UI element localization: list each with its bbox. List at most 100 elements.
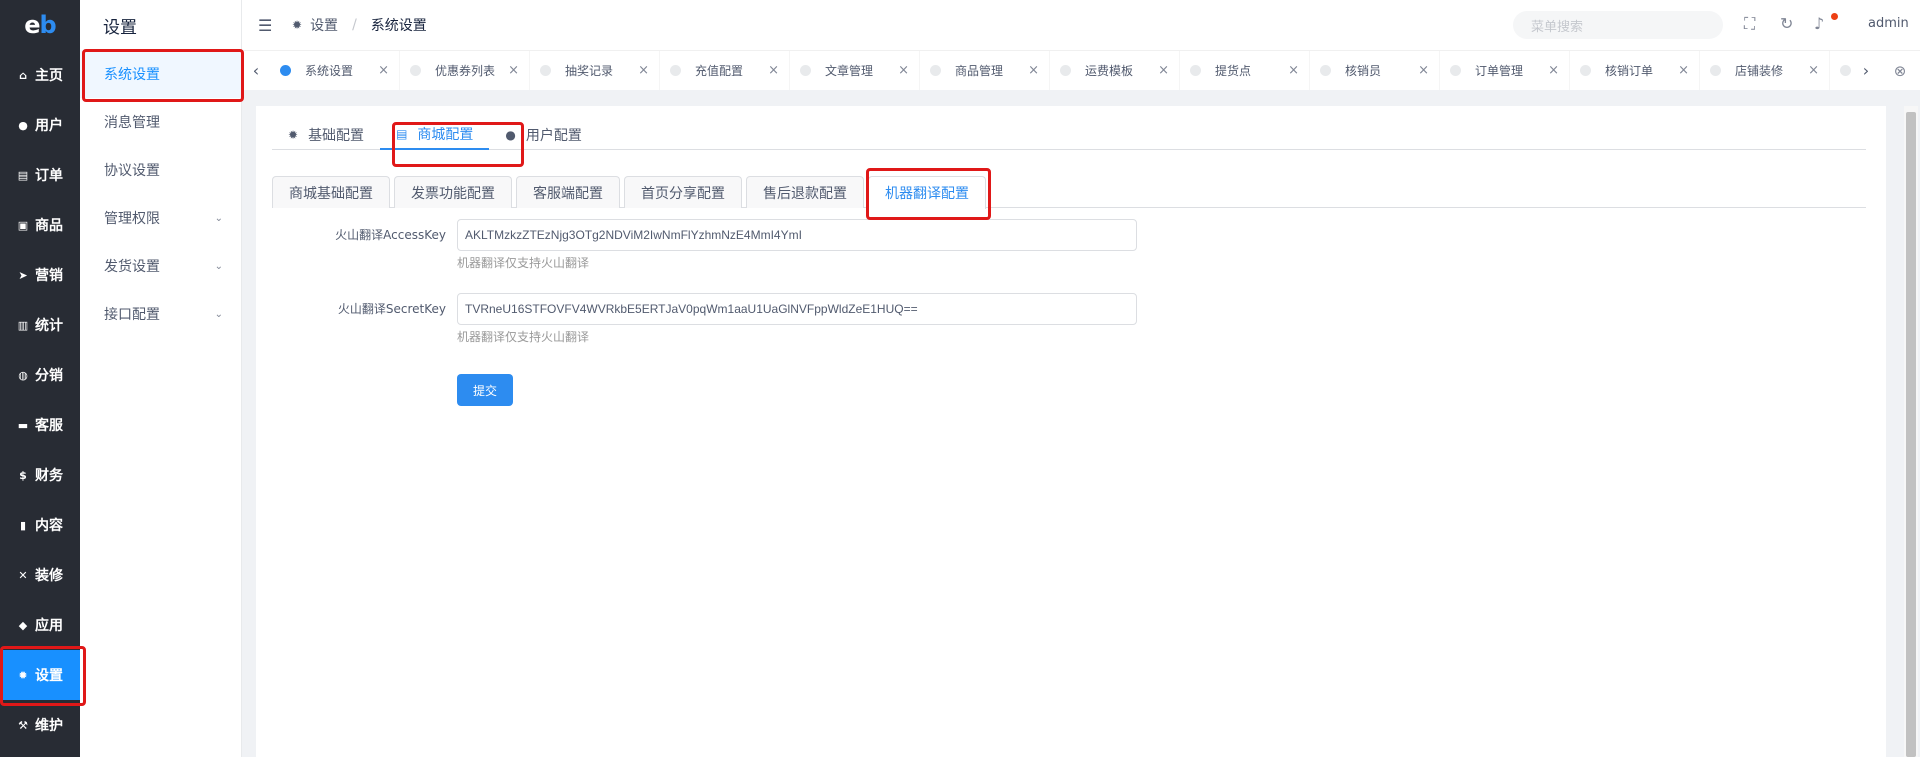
tab-status-dot — [1580, 65, 1591, 76]
sub-config-tab[interactable]: 客服端配置 — [516, 176, 620, 208]
main-menu-label: 统计 — [35, 318, 63, 334]
submit-button[interactable]: 提交 — [457, 374, 513, 406]
sub-config-tab[interactable]: 售后退款配置 — [746, 176, 864, 208]
close-icon[interactable]: × — [1288, 63, 1299, 78]
tab-status-dot — [410, 65, 421, 76]
sub-menu-item[interactable]: 管理权限 ⌄ — [80, 194, 241, 242]
close-icon[interactable]: × — [378, 63, 389, 78]
sub-config-tab[interactable]: 机器翻译配置 — [868, 176, 986, 209]
page-tab[interactable]: 充值配置 × — [660, 51, 790, 90]
sub-menu-item[interactable]: 发货设置 ⌄ — [80, 242, 241, 290]
secret-key-input[interactable] — [457, 293, 1137, 325]
close-icon[interactable]: × — [508, 63, 519, 78]
page-tab-label: 充值配置 — [695, 64, 744, 78]
page-tab[interactable]: 提货点 × — [1180, 51, 1310, 90]
gear-icon: ✹ — [18, 668, 28, 682]
menu-search-input[interactable]: 菜单搜索 — [1513, 11, 1723, 39]
main-menu-item[interactable]: $ 财务 — [0, 450, 80, 500]
config-tab[interactable]: ▤ 商城配置 — [380, 120, 490, 150]
main-menu-item[interactable]: ▬ 客服 — [0, 400, 80, 450]
main-menu-item[interactable]: ▤ 订单 — [0, 150, 80, 200]
main-menu-item[interactable]: ◍ 分销 — [0, 350, 80, 400]
main-menu-label: 装修 — [35, 568, 63, 584]
sub-config-tab[interactable]: 首页分享配置 — [624, 176, 742, 208]
cart-icon: ▤ — [17, 168, 29, 182]
sub-menu-label: 发货设置 — [104, 259, 160, 275]
access-key-input[interactable] — [457, 219, 1137, 251]
page-tab[interactable]: …× — [1830, 51, 1852, 90]
config-tab[interactable]: ✹ 基础配置 — [272, 120, 380, 150]
page-tab[interactable]: 抽奖记录 × — [530, 51, 660, 90]
sub-menu-label: 接口配置 — [104, 307, 160, 323]
close-icon[interactable]: × — [768, 63, 779, 78]
main-menu-label: 设置 — [35, 668, 63, 684]
close-icon[interactable]: × — [1158, 63, 1169, 78]
sub-menu-item[interactable]: 系统设置 — [80, 50, 241, 98]
chevron-down-icon: ⌄ — [214, 212, 223, 224]
sub-config-tab[interactable]: 发票功能配置 — [394, 176, 512, 208]
page-tab[interactable]: 核销订单 × — [1570, 51, 1700, 90]
main-menu-item[interactable]: ➤ 营销 — [0, 250, 80, 300]
main-menu-item[interactable]: ✹ 设置 — [0, 650, 80, 700]
page-tab-label: 抽奖记录 — [565, 64, 614, 78]
tabs-prev-icon[interactable]: ‹ — [242, 51, 270, 90]
page-tabs-bar: ‹ 系统设置 × 优惠券列表 × 抽奖记录 × 充值配置 × 文章管理 × 商品管理 × 运费模板 × 提货… — [242, 50, 1920, 90]
chart-icon: ▥ — [17, 318, 29, 332]
refresh-icon[interactable]: ↻ — [1780, 14, 1793, 33]
sub-menu-item[interactable]: 接口配置 ⌄ — [80, 290, 241, 338]
sub-menu-item[interactable]: 消息管理 — [80, 98, 241, 146]
main-menu-item[interactable]: ◆ 应用 — [0, 600, 80, 650]
close-all-tabs-icon[interactable]: ⊗ — [1880, 62, 1920, 80]
main-menu-label: 分销 — [35, 368, 63, 384]
main-menu-item[interactable]: ▮ 内容 — [0, 500, 80, 550]
main-menu-label: 用户 — [35, 118, 63, 134]
scrollbar-thumb[interactable] — [1906, 112, 1916, 757]
bell-icon[interactable]: ♪ — [1814, 14, 1824, 33]
access-key-tip: 机器翻译仅支持火山翻译 — [457, 256, 590, 270]
tabs-next-icon[interactable]: › — [1852, 51, 1880, 90]
page-tab[interactable]: 优惠券列表 × — [400, 51, 530, 90]
main-menu-item[interactable]: ● 用户 — [0, 100, 80, 150]
close-icon[interactable]: × — [898, 63, 909, 78]
main-menu-item[interactable]: ⌂ 主页 — [0, 50, 80, 100]
close-icon[interactable]: × — [1418, 63, 1429, 78]
main-menu-item[interactable]: ▣ 商品 — [0, 200, 80, 250]
close-icon[interactable]: × — [1678, 63, 1689, 78]
tools-icon: ✕ — [18, 568, 28, 582]
page-tab-label: 运费模板 — [1085, 64, 1134, 78]
menu-fold-icon[interactable]: ☰ — [258, 16, 278, 35]
page-tab[interactable]: 店铺装修 × — [1700, 51, 1830, 90]
breadcrumb-root[interactable]: 设置 — [310, 15, 338, 35]
sub-config-tab[interactable]: 商城基础配置 — [272, 176, 390, 208]
page-tab[interactable]: 文章管理 × — [790, 51, 920, 90]
page-tab[interactable]: 运费模板 × — [1050, 51, 1180, 90]
config-tab[interactable]: ● 用户配置 — [489, 120, 597, 150]
user-name[interactable]: admin — [1868, 16, 1909, 31]
page-tab[interactable]: 订单管理 × — [1440, 51, 1570, 90]
close-icon[interactable]: × — [1028, 63, 1039, 78]
close-icon[interactable]: × — [1808, 63, 1819, 78]
page-tab-label: 提货点 — [1215, 64, 1252, 78]
sub-sidebar-title: 设置 — [103, 17, 137, 38]
main-menu-label: 商品 — [35, 218, 63, 234]
secret-key-label: 火山翻译SecretKey — [337, 302, 446, 316]
sub-menu-label: 系统设置 — [104, 67, 160, 83]
fullscreen-icon[interactable]: ⛶ — [1744, 14, 1755, 34]
sub-menu-item[interactable]: 协议设置 — [80, 146, 241, 194]
close-icon[interactable]: × — [1548, 63, 1559, 78]
book-icon: ▮ — [19, 518, 27, 532]
main-menu-item[interactable]: ▥ 统计 — [0, 300, 80, 350]
page-tab-label: 系统设置 — [305, 64, 354, 78]
page-tab[interactable]: 核销员 × — [1310, 51, 1440, 90]
main-sidebar: eb ⌂ 主页 ● 用户 ▤ 订单 ▣ 商品 ➤ 营销 ▥ 统计 ◍ 分销 ▬ 客服 $ 财务 ▮ 内容 ✕ 装修 ◆ 应用 ✹… — [0, 0, 80, 757]
page-tab[interactable]: 系统设置 × — [270, 51, 400, 90]
main-menu-item[interactable]: ✕ 装修 — [0, 550, 80, 600]
main-menu-item[interactable]: ⚒ 维护 — [0, 700, 80, 750]
hammer-icon: ⚒ — [18, 718, 28, 732]
home-icon: ⌂ — [19, 68, 27, 82]
chevron-down-icon: ⌄ — [214, 308, 223, 320]
logo[interactable]: eb — [0, 0, 80, 50]
close-icon[interactable]: × — [638, 63, 649, 78]
page-tab[interactable]: 商品管理 × — [920, 51, 1050, 90]
tab-status-dot — [670, 65, 681, 76]
